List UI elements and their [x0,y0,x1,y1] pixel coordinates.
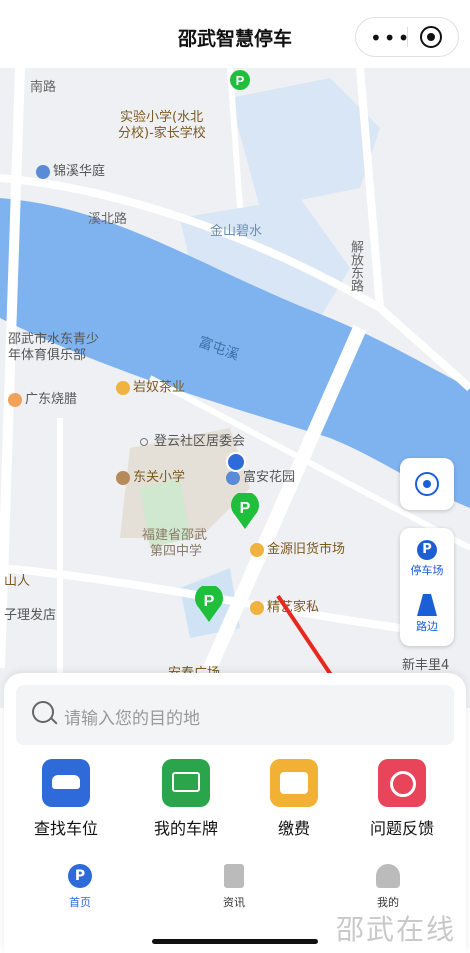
tab-news[interactable]: 资讯 [174,858,294,910]
map-label-jinshan: 金山碧水 [210,224,263,239]
capsule-divider [407,27,408,47]
tab-news-label: 资讯 [223,896,245,909]
locate-button[interactable] [400,458,454,510]
find-parking-label: 查找车位 [33,819,98,838]
roadside-button[interactable]: 路边 [400,590,454,642]
watermark: 邵武在线 [336,913,457,946]
map-label-xinfeng: 新丰里4 [402,658,450,673]
news-icon [224,864,244,888]
map-label-jingyi: 精艺家私 [250,596,319,615]
payment-label: 缴费 [277,819,310,838]
svg-text:P: P [240,500,251,517]
map-label-guangdong: 广东烧腊 [8,388,77,407]
search-placeholder: 请输入您的目的地 [64,709,200,729]
map-label-shanren: 山人 [4,574,31,589]
map-label-nan-road: 南路 [30,80,57,95]
map-label-xibei-road: 溪北路 [88,212,128,227]
map-label-school-2: 分校)-家长学校 [118,126,206,141]
shop-icon [250,542,264,557]
wallet-icon [270,759,318,807]
more-menu-icon[interactable]: ••• [370,26,411,50]
map-view[interactable]: 南路 实验小学(水北 分校)-家长学校 锦溪华庭 溪北路 金山碧水 解放东路 邵… [0,68,470,708]
my-plate-label: 我的车牌 [153,819,218,838]
map-label-jiefang-road: 解放东路 [348,240,363,292]
map-label-dongguan: 东关小学 [116,466,185,485]
map-label-sports-2: 年体育俱乐部 [8,348,87,363]
locate-icon [415,472,439,496]
feedback-button[interactable]: 问题反馈 [354,759,450,839]
school-icon [116,470,130,485]
roadside-label: 路边 [416,620,438,633]
close-mini-program-icon[interactable] [420,26,442,48]
mini-program-capsule: ••• [355,17,459,57]
residence-icon [36,164,50,179]
parking-lot-icon: P [417,540,437,560]
home-parking-icon: P [68,864,92,888]
search-icon [32,701,54,723]
current-location-marker [226,452,246,472]
shop-icon [250,600,264,615]
map-label-middle-school-2: 第四中学 [150,544,203,559]
map-label-dengyun: 登云社区居委会 [140,430,245,449]
shop-icon [116,380,130,395]
parking-marker[interactable]: P [228,68,252,92]
car-icon [42,759,90,807]
road-icon [417,594,437,616]
plate-icon [162,759,210,807]
tab-home-label: 首页 [69,896,91,909]
svg-text:P: P [204,593,215,610]
my-plate-button[interactable]: 我的车牌 [138,759,234,839]
user-icon [376,864,400,888]
svg-text:P: P [236,73,245,88]
parking-type-switch: P 停车场 路边 [400,528,454,646]
nav-bar: 邵武智慧停车 ••• [0,0,470,68]
feedback-label: 问题反馈 [369,819,434,838]
home-indicator[interactable] [152,939,318,944]
parking-lot-label: 停车场 [410,564,444,577]
tab-home[interactable]: P 首页 [20,858,140,910]
residence-icon [226,470,240,485]
parking-lot-button[interactable]: P 停车场 [400,534,454,586]
search-input[interactable]: 请输入您的目的地 [16,685,454,745]
map-label-jinyuan: 金源旧货市场 [250,538,345,557]
payment-button[interactable]: 缴费 [246,759,342,839]
tab-mine[interactable]: 我的 [328,858,448,910]
parking-marker[interactable]: P [230,493,260,529]
restaurant-icon [8,392,22,407]
feedback-icon [378,759,426,807]
map-label-yannu: 岩奴茶业 [116,376,185,395]
place-dot-icon [140,437,148,446]
map-label-barber: 子理发店 [4,608,57,623]
map-label-jinxi: 锦溪华庭 [36,160,105,179]
find-parking-button[interactable]: 查找车位 [18,759,114,839]
parking-marker[interactable]: P [194,586,224,622]
